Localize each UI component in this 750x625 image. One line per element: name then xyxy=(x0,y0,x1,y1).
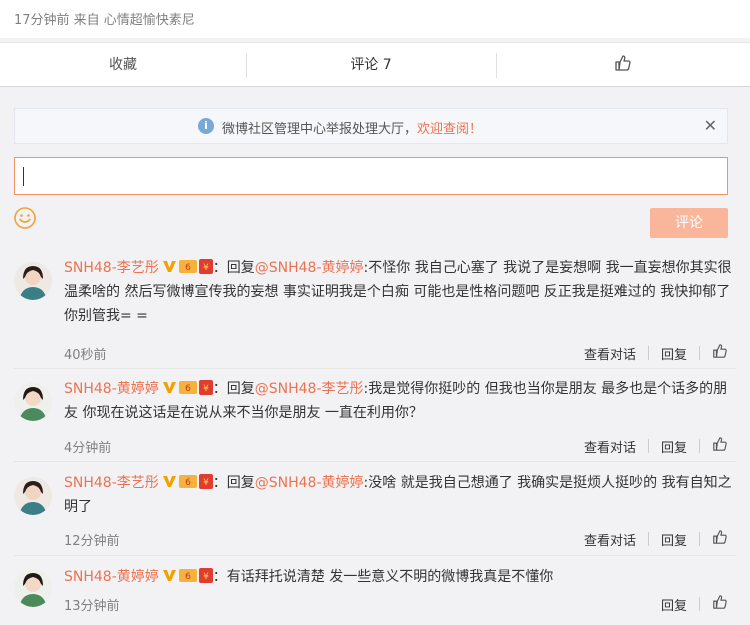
comment-time: 13分钟前 xyxy=(64,599,120,614)
avatar[interactable] xyxy=(14,262,52,300)
close-icon[interactable]: ✕ xyxy=(704,116,717,135)
notice-text: 微博社区管理中心举报处理大厅，欢迎查阅！ xyxy=(222,118,482,137)
red-packet-icon: ¥ xyxy=(198,380,213,395)
comment-text: SNH48-李艺彤 6 ¥ ：回复@SNH48-黄婷婷:没啥 就是我自己想通了 我确实… xyxy=(64,471,732,519)
member-badge-icon: 6 xyxy=(178,475,197,488)
comment-text: SNH48-黄婷婷 6 ¥ ：回复@SNH48-李艺彤:我是觉得你挺吵的 但我也当你是… xyxy=(64,377,732,425)
reply-link[interactable]: 回复 xyxy=(661,530,687,549)
reply-prefix: ：回复 xyxy=(212,381,255,397)
comment-text: SNH48-李艺彤 6 ¥ ：回复@SNH48-黄婷婷:不怪你 我自己心塞了 我说了是… xyxy=(64,256,732,328)
red-packet-icon: ¥ xyxy=(198,474,213,489)
svg-text:6: 6 xyxy=(185,384,191,394)
report-notice: i 微博社区管理中心举报处理大厅，欢迎查阅！ ✕ xyxy=(14,108,728,144)
svg-text:¥: ¥ xyxy=(203,478,209,488)
reply-link[interactable]: 回复 xyxy=(661,595,687,614)
comment-username[interactable]: SNH48-黄婷婷 xyxy=(64,381,159,397)
view-conversation-link[interactable]: 查看对话 xyxy=(584,437,636,456)
avatar[interactable] xyxy=(14,383,52,421)
verified-icon xyxy=(162,382,176,393)
red-packet-icon: ¥ xyxy=(198,259,213,274)
comment-username[interactable]: SNH48-黄婷婷 xyxy=(64,569,159,585)
comment-actions: 回复 xyxy=(661,594,728,614)
comment-time: 12分钟前 xyxy=(64,534,120,549)
reply-link[interactable]: 回复 xyxy=(661,437,687,456)
emoji-icon[interactable] xyxy=(14,207,36,229)
avatar[interactable] xyxy=(14,477,52,515)
svg-text:¥: ¥ xyxy=(203,263,209,273)
comment-time: 40秒前 xyxy=(64,348,107,363)
reply-prefix: ：回复 xyxy=(212,475,255,491)
view-conversation-link[interactable]: 查看对话 xyxy=(584,344,636,363)
view-conversation-link[interactable]: 查看对话 xyxy=(584,530,636,549)
comment-actions: 查看对话 回复 xyxy=(584,529,728,549)
comment-time: 4分钟前 xyxy=(64,441,112,456)
like-icon[interactable] xyxy=(712,529,728,549)
comment-actions: 查看对话 回复 xyxy=(584,436,728,456)
mention-link[interactable]: @SNH48-李艺彤 xyxy=(255,381,364,397)
tab-comment[interactable]: 评论 7 xyxy=(246,43,496,88)
verified-icon xyxy=(162,570,176,581)
member-badge-icon: 6 xyxy=(178,569,197,582)
svg-text:¥: ¥ xyxy=(203,384,209,394)
info-icon: i xyxy=(198,118,214,134)
like-icon[interactable] xyxy=(712,436,728,456)
notice-message: 微博社区管理中心举报处理大厅， xyxy=(222,122,418,137)
tab-like[interactable] xyxy=(496,43,750,88)
submit-comment-button[interactable]: 评论 xyxy=(650,208,728,238)
svg-text:6: 6 xyxy=(185,478,191,488)
thumbs-up-icon xyxy=(615,55,631,71)
mention-link[interactable]: @SNH48-黄婷婷 xyxy=(255,260,364,276)
comment-actions: 查看对话 回复 xyxy=(584,343,728,363)
comment-username[interactable]: SNH48-李艺彤 xyxy=(64,475,159,491)
like-icon[interactable] xyxy=(712,594,728,614)
comment-username[interactable]: SNH48-李艺彤 xyxy=(64,260,159,276)
comment-divider xyxy=(14,368,736,369)
post-meta: 17分钟前 来自 心情超愉快素尼 xyxy=(14,13,195,28)
comment-text: SNH48-黄婷婷 6 ¥ ：有话拜托说清楚 发一些意义不明的微博我真是不懂你 xyxy=(64,565,732,589)
action-tabs: 收藏 评论 7 xyxy=(0,42,750,87)
reply-prefix: ： xyxy=(212,569,227,585)
svg-text:6: 6 xyxy=(185,572,191,582)
verified-icon xyxy=(162,476,176,487)
reply-link[interactable]: 回复 xyxy=(661,344,687,363)
notice-link[interactable]: 欢迎查阅！ xyxy=(417,122,482,137)
comment-body: 有话拜托说清楚 发一些意义不明的微博我真是不懂你 xyxy=(226,569,554,585)
member-badge-icon: 6 xyxy=(178,381,197,394)
tab-favorite[interactable]: 收藏 xyxy=(0,43,246,88)
reply-prefix: ：回复 xyxy=(212,260,255,276)
red-packet-icon: ¥ xyxy=(198,568,213,583)
member-badge-icon: 6 xyxy=(178,260,197,273)
text-caret xyxy=(23,167,24,186)
post-meta-bar: 17分钟前 来自 心情超愉快素尼 xyxy=(0,0,750,38)
comment-divider xyxy=(14,555,736,556)
like-icon[interactable] xyxy=(712,343,728,363)
mention-link[interactable]: @SNH48-黄婷婷 xyxy=(255,475,364,491)
comment-divider xyxy=(14,461,736,462)
svg-text:6: 6 xyxy=(185,263,191,273)
verified-icon xyxy=(162,261,176,272)
avatar[interactable] xyxy=(14,569,52,607)
svg-text:¥: ¥ xyxy=(203,572,209,582)
comment-input[interactable] xyxy=(14,157,728,195)
